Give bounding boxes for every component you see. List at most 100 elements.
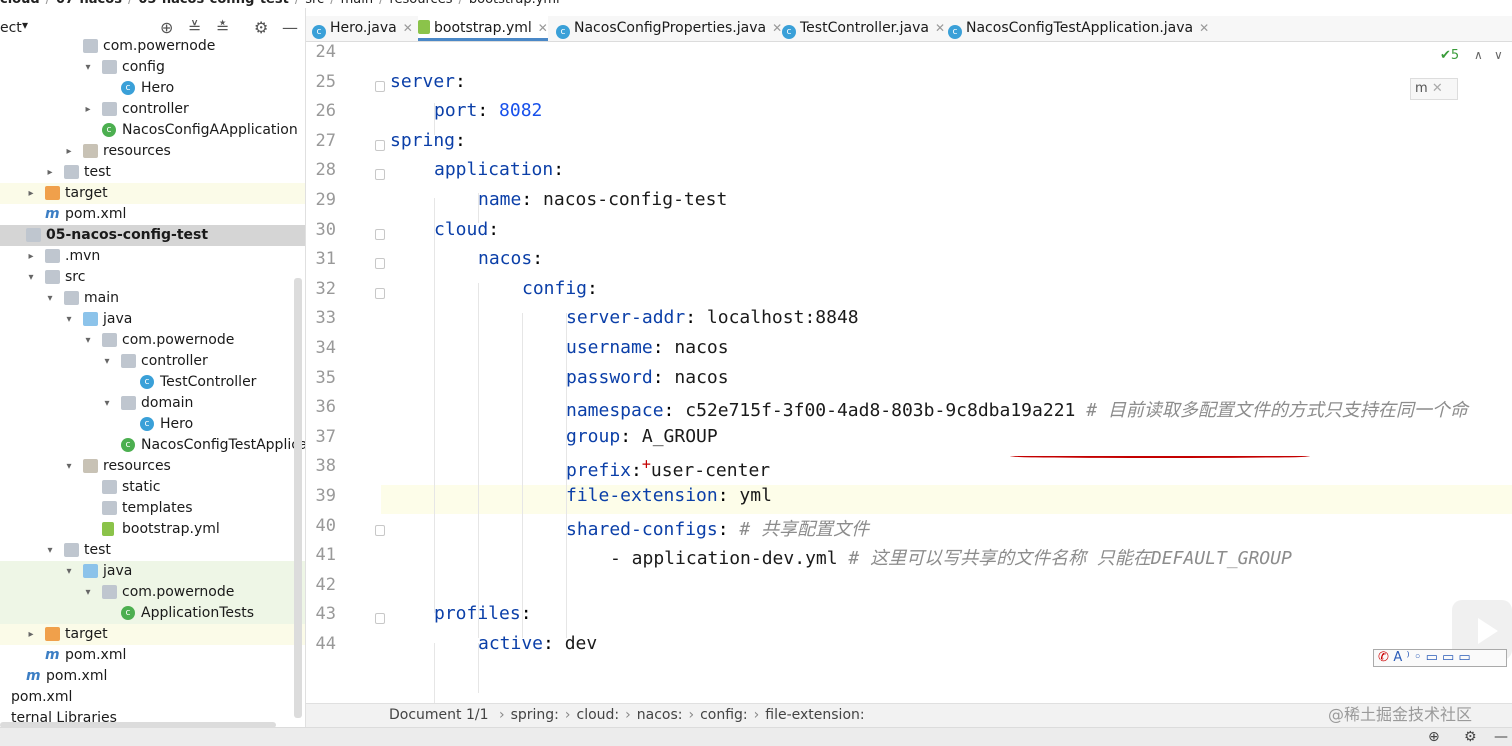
- yaml-path-item[interactable]: file-extension:: [765, 707, 864, 723]
- gear-icon[interactable]: ⚙: [1464, 729, 1477, 745]
- tree-item[interactable]: ▾ domain: [0, 393, 305, 414]
- tree-item[interactable]: ▾ controller: [0, 351, 305, 372]
- fold-marker[interactable]: [375, 613, 385, 625]
- breadcrumb-item[interactable]: src: [305, 0, 324, 7]
- editor-tab[interactable]: c NacosConfigTestApplication.java ✕: [948, 16, 1209, 41]
- tree-item[interactable]: com.powernode: [0, 36, 305, 57]
- tree-item[interactable]: ▾ src: [0, 267, 305, 288]
- tree-item[interactable]: ▾ java: [0, 309, 305, 330]
- collapse-all-icon[interactable]: ≛: [216, 18, 229, 37]
- tree-item[interactable]: c Hero: [0, 414, 305, 435]
- tree-item[interactable]: ▸ controller: [0, 99, 305, 120]
- fold-marker[interactable]: [375, 80, 385, 92]
- chevron-down-icon[interactable]: ▾: [63, 309, 75, 330]
- inspection-widget[interactable]: ✔⁠5: [1440, 48, 1459, 63]
- chevron-right-icon[interactable]: ▸: [63, 141, 75, 162]
- yaml-path-item[interactable]: spring:: [511, 707, 559, 723]
- tree-item[interactable]: ▸ .mvn: [0, 246, 305, 267]
- chevron-right-icon[interactable]: ▸: [82, 99, 94, 120]
- tree-item[interactable]: c ApplicationTests: [0, 603, 305, 624]
- tree-item[interactable]: c Hero: [0, 78, 305, 99]
- chevron-down-icon[interactable]: ▾: [82, 57, 94, 78]
- tree-item[interactable]: ▾ main: [0, 288, 305, 309]
- close-icon[interactable]: ✕: [1199, 21, 1209, 35]
- breadcrumb-item[interactable]: 05-nacos-config-test: [138, 0, 289, 7]
- tree-item[interactable]: templates: [0, 498, 305, 519]
- close-icon[interactable]: ✕: [935, 21, 945, 35]
- close-icon[interactable]: ✕: [772, 21, 782, 35]
- ime-toolbar[interactable]: ✆ A ⁾ ◦ ▭ ▭ ▭: [1373, 649, 1507, 667]
- project-view-title[interactable]: ect: [0, 20, 22, 36]
- tree-item[interactable]: m pom.xml: [0, 204, 305, 225]
- chevron-right-icon[interactable]: ▸: [25, 624, 37, 645]
- tree-item[interactable]: ▸ target: [0, 624, 305, 645]
- yaml-path-item[interactable]: cloud:: [577, 707, 620, 723]
- editor-tab[interactable]: c TestController.java ✕: [782, 16, 945, 41]
- breadcrumb-item[interactable]: main: [341, 0, 373, 7]
- chevron-down-icon[interactable]: ▾: [82, 582, 94, 603]
- chevron-down-icon[interactable]: ▾: [25, 267, 37, 288]
- fold-marker[interactable]: [375, 524, 385, 536]
- project-scrollbar[interactable]: [294, 278, 302, 718]
- tree-item[interactable]: ▾ java: [0, 561, 305, 582]
- chevron-right-icon[interactable]: ▸: [44, 162, 56, 183]
- chevron-right-icon[interactable]: ▸: [25, 183, 37, 204]
- fold-marker[interactable]: [375, 258, 385, 270]
- tree-item[interactable]: c NacosConfigTestApplication: [0, 435, 305, 456]
- tree-item[interactable]: bootstrap.yml: [0, 519, 305, 540]
- tree-item[interactable]: pom.xml: [0, 687, 305, 708]
- minimize-icon[interactable]: —: [282, 18, 298, 37]
- fold-marker[interactable]: [375, 228, 385, 240]
- globe-icon[interactable]: ⊕: [1428, 729, 1440, 745]
- tree-item[interactable]: ▾ com.powernode: [0, 330, 305, 351]
- close-icon[interactable]: ✕: [1432, 81, 1443, 96]
- close-icon[interactable]: ✕: [403, 21, 413, 35]
- chevron-down-icon[interactable]: ▾: [44, 540, 56, 561]
- breadcrumb-item[interactable]: cloud: [0, 0, 40, 7]
- tree-item-label: pom.xml: [65, 647, 127, 663]
- tree-item[interactable]: ▾ resources: [0, 456, 305, 477]
- code-editor[interactable]: 24 25 26 27 28 29 30 31 32 33 34 35 36 37 38 39 40 41 42 43…: [306, 43, 1512, 703]
- chevron-down-icon[interactable]: ▾: [22, 18, 28, 32]
- yaml-path-item[interactable]: config:: [700, 707, 748, 723]
- chevron-down-icon[interactable]: ∨: [1494, 48, 1503, 62]
- tree-item[interactable]: ▾ test: [0, 540, 305, 561]
- tree-item[interactable]: 05-nacos-config-test: [0, 225, 305, 246]
- tree-item-label: test: [84, 164, 111, 180]
- tree-item[interactable]: m pom.xml: [0, 666, 305, 687]
- fold-marker[interactable]: [375, 169, 385, 181]
- minimize-icon[interactable]: —: [1494, 729, 1508, 745]
- tree-item[interactable]: static: [0, 477, 305, 498]
- chevron-down-icon[interactable]: ▾: [82, 330, 94, 351]
- tree-item[interactable]: m pom.xml: [0, 645, 305, 666]
- chevron-down-icon[interactable]: ▾: [44, 288, 56, 309]
- editor-tab[interactable]: c NacosConfigProperties.java ✕: [556, 16, 782, 41]
- chevron-up-icon[interactable]: ∧: [1474, 48, 1483, 62]
- locate-icon[interactable]: ⊕: [160, 18, 173, 37]
- document-indicator[interactable]: Document 1/1: [389, 707, 489, 723]
- tree-item[interactable]: ▾ com.powernode: [0, 582, 305, 603]
- tree-item[interactable]: c NacosConfigAApplication: [0, 120, 305, 141]
- close-icon[interactable]: ✕: [538, 21, 548, 35]
- yaml-path-item[interactable]: nacos:: [637, 707, 683, 723]
- editor-tab[interactable]: c Hero.java ✕: [312, 16, 413, 41]
- tree-item[interactable]: ▸ target: [0, 183, 305, 204]
- tree-item[interactable]: ▸ resources: [0, 141, 305, 162]
- maven-reload-badge[interactable]: m ✕: [1410, 78, 1458, 100]
- tree-item[interactable]: ▸ test: [0, 162, 305, 183]
- breadcrumb-item[interactable]: bootstrap.yml: [469, 0, 560, 7]
- expand-all-icon[interactable]: ≚: [188, 18, 201, 37]
- editor-tab[interactable]: bootstrap.yml ✕: [418, 16, 548, 41]
- tree-item[interactable]: c TestController: [0, 372, 305, 393]
- fold-marker[interactable]: [375, 139, 385, 151]
- breadcrumb-item[interactable]: resources: [389, 0, 452, 7]
- chevron-down-icon[interactable]: ▾: [101, 351, 113, 372]
- fold-marker[interactable]: [375, 287, 385, 299]
- chevron-down-icon[interactable]: ▾: [63, 561, 75, 582]
- chevron-right-icon[interactable]: ▸: [25, 246, 37, 267]
- chevron-down-icon[interactable]: ▾: [101, 393, 113, 414]
- breadcrumb-item[interactable]: 07-nacos: [56, 0, 122, 7]
- gear-icon[interactable]: ⚙: [254, 18, 268, 37]
- tree-item[interactable]: ▾ config: [0, 57, 305, 78]
- chevron-down-icon[interactable]: ▾: [63, 456, 75, 477]
